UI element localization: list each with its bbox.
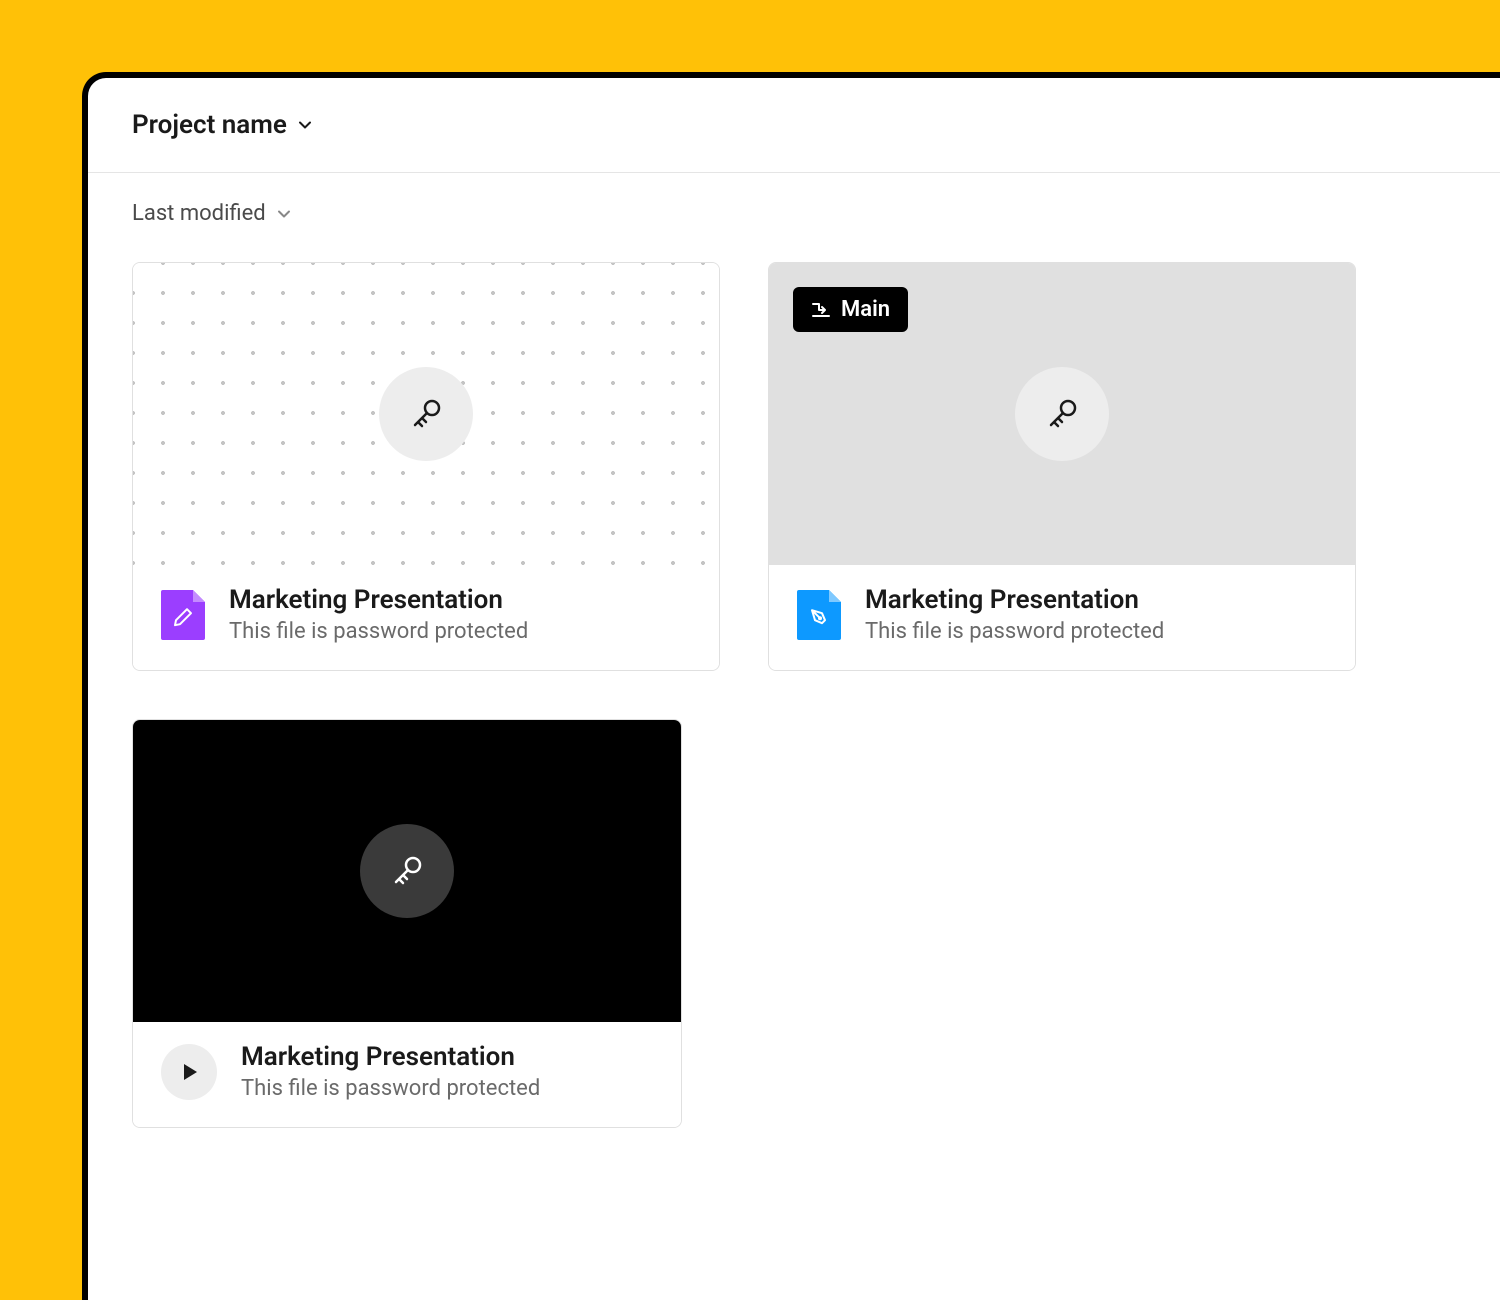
card-footer: Marketing Presentation This file is pass… bbox=[769, 565, 1355, 670]
file-type-icon bbox=[161, 1044, 217, 1100]
pencil-icon bbox=[172, 606, 194, 628]
file-type-icon bbox=[161, 590, 205, 640]
cards-grid: Marketing Presentation This file is pass… bbox=[132, 262, 1456, 1128]
file-type-icon bbox=[797, 590, 841, 640]
lock-indicator bbox=[379, 367, 473, 461]
chevron-down-icon bbox=[276, 206, 292, 222]
card-text: Marketing Presentation This file is pass… bbox=[241, 1042, 540, 1101]
pen-tool-icon bbox=[808, 606, 830, 628]
card-title: Marketing Presentation bbox=[229, 585, 528, 615]
card-subtitle: This file is password protected bbox=[241, 1076, 540, 1101]
project-dropdown[interactable]: Project name bbox=[132, 110, 313, 140]
file-thumbnail bbox=[133, 263, 719, 565]
key-icon bbox=[408, 396, 444, 432]
file-thumbnail bbox=[133, 720, 681, 1022]
card-text: Marketing Presentation This file is pass… bbox=[865, 585, 1164, 644]
play-icon bbox=[178, 1061, 200, 1083]
sort-label: Last modified bbox=[132, 201, 266, 226]
card-subtitle: This file is password protected bbox=[865, 619, 1164, 644]
card-footer: Marketing Presentation This file is pass… bbox=[133, 1022, 681, 1127]
branch-badge: Main bbox=[793, 287, 908, 332]
file-card[interactable]: Marketing Presentation This file is pass… bbox=[132, 719, 682, 1128]
chevron-down-icon bbox=[297, 117, 313, 133]
sort-dropdown[interactable]: Last modified bbox=[132, 201, 1456, 226]
content-area: Last modified bbox=[88, 173, 1500, 1156]
header: Project name bbox=[88, 78, 1500, 173]
branch-icon bbox=[811, 300, 831, 320]
card-subtitle: This file is password protected bbox=[229, 619, 528, 644]
card-title: Marketing Presentation bbox=[241, 1042, 540, 1072]
card-footer: Marketing Presentation This file is pass… bbox=[133, 565, 719, 670]
file-card[interactable]: Main bbox=[768, 262, 1356, 671]
lock-indicator bbox=[360, 824, 454, 918]
key-icon bbox=[389, 853, 425, 889]
app-window: Project name Last modified bbox=[82, 72, 1500, 1300]
key-icon bbox=[1044, 396, 1080, 432]
card-text: Marketing Presentation This file is pass… bbox=[229, 585, 528, 644]
file-card[interactable]: Marketing Presentation This file is pass… bbox=[132, 262, 720, 671]
lock-indicator bbox=[1015, 367, 1109, 461]
branch-badge-label: Main bbox=[841, 297, 890, 322]
file-thumbnail: Main bbox=[769, 263, 1355, 565]
card-title: Marketing Presentation bbox=[865, 585, 1164, 615]
project-name-label: Project name bbox=[132, 110, 287, 140]
